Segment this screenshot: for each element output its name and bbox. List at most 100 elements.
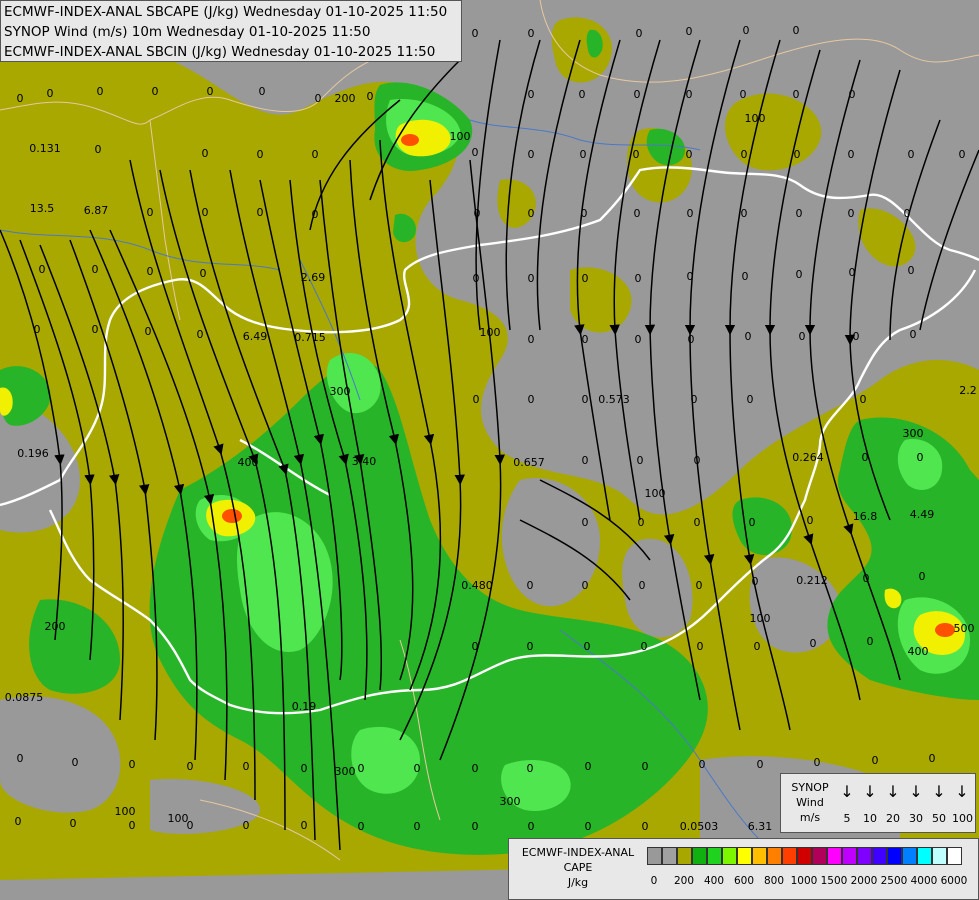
map-value-label: 0 — [581, 207, 588, 220]
title-wind: SYNOP Wind (m/s) 10m Wednesday 01-10-202… — [4, 24, 371, 40]
map-value-label: 0 — [635, 333, 642, 346]
cape-color-swatch — [797, 847, 812, 865]
map-value-label: 0 — [694, 454, 701, 467]
map-value-label: 6.31 — [748, 820, 773, 833]
map-value-label: 0 — [904, 207, 911, 220]
map-value-label: 0 — [528, 272, 535, 285]
map-value-label: 2.69 — [301, 271, 326, 284]
map-value-label: 0 — [634, 207, 641, 220]
map-value-label: 0 — [315, 92, 322, 105]
map-value-label: 200 — [45, 620, 66, 633]
map-value-label: 100 — [750, 612, 771, 625]
map-value-label: 0 — [919, 570, 926, 583]
map-value-label: 0 — [358, 762, 365, 775]
map-value-label: 0 — [243, 819, 250, 832]
title-cape: ECMWF-INDEX-ANAL SBCAPE (J/kg) Wednesday… — [4, 4, 448, 20]
map-value-label: 0 — [414, 820, 421, 833]
map-value-label: 0 — [807, 514, 814, 527]
map-value-label: 0.212 — [796, 574, 828, 587]
map-value-label: 0 — [585, 820, 592, 833]
map-value-label: 0.0875 — [5, 691, 44, 704]
map-value-label: 0 — [582, 272, 589, 285]
map-value-label: 0 — [796, 268, 803, 281]
cape-color-swatch — [917, 847, 932, 865]
map-value-label: 0 — [259, 85, 266, 98]
map-value-label: 0 — [585, 760, 592, 773]
map-value-label: 0 — [686, 25, 693, 38]
map-value-label: 0 — [367, 90, 374, 103]
map-value-label: 6.87 — [84, 204, 109, 217]
map-value-label: 0 — [810, 637, 817, 650]
wind-arrow-icon: ↓ — [955, 782, 969, 801]
map-value-label: 0.131 — [29, 142, 61, 155]
map-value-label: 0 — [301, 819, 308, 832]
map-value-label: 0 — [95, 143, 102, 156]
wind-speed-label: 100 — [952, 812, 973, 825]
cape-color-swatch — [827, 847, 842, 865]
map-value-label: 300 — [500, 795, 521, 808]
map-value-label: 0 — [145, 325, 152, 338]
map-value-label: 0 — [752, 575, 759, 588]
cape-color-swatch — [692, 847, 707, 865]
map-value-label: 0 — [691, 393, 698, 406]
map-value-label: 0 — [580, 148, 587, 161]
map-value-label: 100 — [645, 487, 666, 500]
map-value-label: 0 — [202, 147, 209, 160]
map-value-label: 0 — [793, 88, 800, 101]
map-value-label: 2.2 — [959, 384, 977, 397]
map-value-label: 0.196 — [17, 447, 49, 460]
map-value-label: 0 — [635, 272, 642, 285]
map-value-label: 0 — [528, 333, 535, 346]
map-value-label: 0 — [799, 330, 806, 343]
cape-color-swatch — [812, 847, 827, 865]
map-value-label: 0 — [312, 208, 319, 221]
map-value-label: 0 — [472, 762, 479, 775]
map-value-label: 0 — [528, 27, 535, 40]
map-value-label: 0 — [745, 330, 752, 343]
map-value-label: 0.19 — [292, 700, 317, 713]
map-value-label: 0 — [910, 328, 917, 341]
map-value-label: 0 — [687, 207, 694, 220]
map-value-label: 0 — [473, 272, 480, 285]
map-value-label: 0 — [34, 323, 41, 336]
map-value-label: 0 — [917, 451, 924, 464]
map-value-label: 0 — [257, 148, 264, 161]
map-value-label: 0 — [473, 393, 480, 406]
map-value-label: 0 — [959, 148, 966, 161]
cape-color-swatch — [647, 847, 662, 865]
map-value-label: 0.715 — [294, 331, 326, 344]
map-value-label: 0 — [97, 85, 104, 98]
map-value-label: 0 — [527, 640, 534, 653]
map-value-label: 0 — [872, 754, 879, 767]
map-value-label: 0 — [15, 815, 22, 828]
map-value-label: 0 — [796, 207, 803, 220]
wind-speed-label: 50 — [932, 812, 946, 825]
cape-color-swatch — [842, 847, 857, 865]
cape-tick-label: 6000 — [940, 875, 968, 887]
map-value-label: 0 — [582, 333, 589, 346]
cape-legend-label: ECMWF-INDEX-ANAL CAPE J/kg — [521, 846, 635, 889]
map-value-label: 0 — [147, 206, 154, 219]
cape-color-swatch — [887, 847, 902, 865]
map-value-label: 3.40 — [352, 455, 377, 468]
map-value-label: 0 — [849, 88, 856, 101]
cape-color-swatch — [707, 847, 722, 865]
map-value-label: 0 — [638, 516, 645, 529]
map-value-label: 0 — [908, 148, 915, 161]
map-value-label: 0 — [699, 758, 706, 771]
map-value-label: 0 — [582, 454, 589, 467]
map-value-label: 0 — [636, 27, 643, 40]
map-value-label: 0 — [794, 148, 801, 161]
map-value-label: 0 — [582, 516, 589, 529]
title-cin: ECMWF-INDEX-ANAL SBCIN (J/kg) Wednesday … — [4, 44, 436, 60]
map-value-label: 0 — [92, 263, 99, 276]
map-value-label: 0 — [862, 451, 869, 464]
wind-arrow-icon: ↓ — [863, 782, 877, 801]
cape-color-swatch — [752, 847, 767, 865]
map-value-label: 4.49 — [910, 508, 935, 521]
map-value-label: 0 — [39, 263, 46, 276]
map-value-label: 0 — [848, 207, 855, 220]
cape-color-legend: ECMWF-INDEX-ANAL CAPE J/kg 0 200 400 600 800… — [508, 838, 979, 900]
map-value-label: 0 — [863, 572, 870, 585]
map-value-label: 0 — [129, 819, 136, 832]
